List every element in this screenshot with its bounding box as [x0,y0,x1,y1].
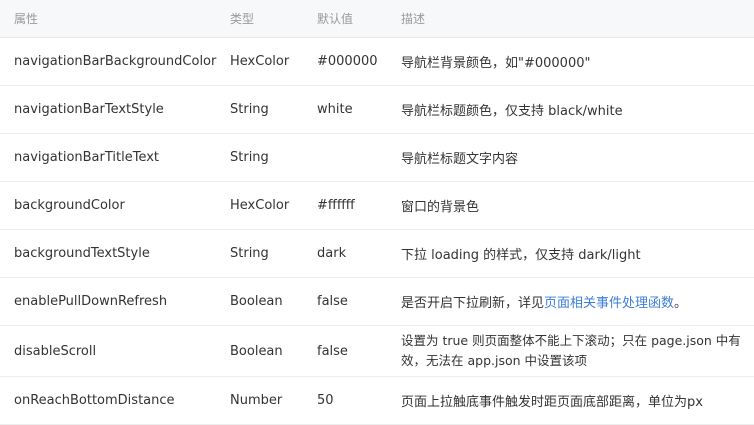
table-row: disableScroll Boolean false 设置为 true 则页面… [0,326,754,377]
property-default [317,134,397,181]
table-row: enablePullDownRefresh Boolean false 是否开启… [0,278,754,326]
property-name: onReachBottomDistance [14,393,175,408]
property-name: enablePullDownRefresh [14,294,168,309]
header-type: 类型 [230,12,255,26]
property-description: 设置为 true 则页面整体不能上下滚动；只在 page.json 中有效，无法… [401,333,741,368]
property-name: navigationBarTitleText [14,150,160,165]
header-default: 默认值 [317,12,354,26]
property-default: 50 [317,393,334,408]
property-description: 窗口的背景色 [401,200,480,215]
property-name: backgroundTextStyle [14,246,150,261]
table-row: backgroundColor HexColor #ffffff 窗口的背景色 [0,182,754,230]
description-text: 是否开启下拉刷新，详见 [401,296,545,311]
property-description: 导航栏标题颜色，仅支持 black/white [401,104,623,119]
property-name: disableScroll [14,343,97,359]
property-type: String [230,150,269,165]
property-description: 页面上拉触底事件触发时距页面底部距离，单位为px [401,395,703,410]
page-events-link[interactable]: 页面相关事件处理函数 [544,292,674,311]
table-row: backgroundTextStyle String dark 下拉 loadi… [0,230,754,278]
property-description: 导航栏背景颜色，如"#000000" [401,56,591,71]
table-header: 属性 类型 默认值 描述 [0,0,754,38]
property-default: white [317,102,353,117]
property-type: String [230,102,269,117]
property-type: HexColor [230,198,290,213]
property-description: 下拉 loading 的样式，仅支持 dark/light [401,248,641,263]
table-row: navigationBarTextStyle String white 导航栏标… [0,86,754,134]
property-default: false [317,294,348,309]
property-type: Boolean [230,294,283,309]
property-type: String [230,246,269,261]
property-name: backgroundColor [14,198,125,213]
property-type: Boolean [230,343,283,359]
header-property: 属性 [14,12,39,26]
property-name: navigationBarBackgroundColor [14,54,217,69]
property-default: false [317,343,348,359]
property-description: 导航栏标题文字内容 [401,152,519,167]
property-description: 是否开启下拉刷新，详见 页面相关事件处理函数。 [401,278,741,325]
description-suffix: 。 [674,296,688,311]
table-row: navigationBarTitleText String 导航栏标题文字内容 [0,134,754,182]
header-description: 描述 [401,12,426,26]
property-default: #000000 [317,54,378,69]
property-default: dark [317,246,347,261]
property-name: navigationBarTextStyle [14,102,164,117]
property-default: #ffffff [317,198,355,213]
table-row: navigationBarBackgroundColor HexColor #0… [0,38,754,86]
properties-table: 属性 类型 默认值 描述 navigationBarBackgroundColo… [0,0,754,425]
property-type: HexColor [230,54,290,69]
property-type: Number [230,393,283,408]
table-row: onReachBottomDistance Number 50 页面上拉触底事件… [0,377,754,425]
